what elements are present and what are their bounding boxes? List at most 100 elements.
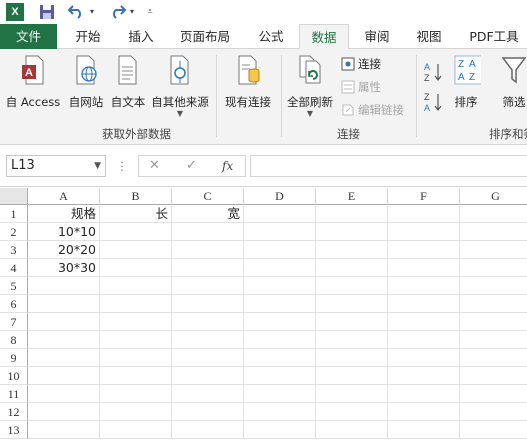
customize-icon[interactable]: ⩡ bbox=[144, 3, 156, 21]
formula-input[interactable] bbox=[250, 155, 527, 177]
cancel-icon[interactable]: ✕ bbox=[149, 156, 160, 176]
cell-a5[interactable] bbox=[28, 277, 100, 295]
cell-d8[interactable] bbox=[244, 331, 316, 349]
cell-g1[interactable] bbox=[460, 205, 527, 223]
redo-icon[interactable] bbox=[106, 3, 128, 21]
row-header-13[interactable]: 13 bbox=[0, 421, 28, 439]
connections-button[interactable]: 连接 bbox=[341, 54, 381, 74]
tab-formulas[interactable]: 公式 bbox=[248, 24, 294, 49]
column-header-d[interactable]: D bbox=[244, 188, 316, 205]
tab-review[interactable]: 审阅 bbox=[354, 24, 400, 49]
cell-g9[interactable] bbox=[460, 349, 527, 367]
cell-f4[interactable] bbox=[388, 259, 460, 277]
cell-a4[interactable]: 30*30 bbox=[28, 259, 100, 277]
row-header-2[interactable]: 2 bbox=[0, 223, 28, 241]
row-header-11[interactable]: 11 bbox=[0, 385, 28, 403]
row-header-3[interactable]: 3 bbox=[0, 241, 28, 259]
cell-d2[interactable] bbox=[244, 223, 316, 241]
cell-f3[interactable] bbox=[388, 241, 460, 259]
cell-c5[interactable] bbox=[172, 277, 244, 295]
column-header-f[interactable]: F bbox=[388, 188, 460, 205]
cell-c13[interactable] bbox=[172, 421, 244, 439]
cell-g3[interactable] bbox=[460, 241, 527, 259]
cell-d5[interactable] bbox=[244, 277, 316, 295]
cell-f10[interactable] bbox=[388, 367, 460, 385]
cell-g6[interactable] bbox=[460, 295, 527, 313]
row-header-9[interactable]: 9 bbox=[0, 349, 28, 367]
cell-c12[interactable] bbox=[172, 403, 244, 421]
cell-a7[interactable] bbox=[28, 313, 100, 331]
cell-e8[interactable] bbox=[316, 331, 388, 349]
formula-bar-resize-handle[interactable]: ⋮ bbox=[116, 155, 128, 177]
cell-a6[interactable] bbox=[28, 295, 100, 313]
cell-d7[interactable] bbox=[244, 313, 316, 331]
cell-c3[interactable] bbox=[172, 241, 244, 259]
cell-d13[interactable] bbox=[244, 421, 316, 439]
cell-c11[interactable] bbox=[172, 385, 244, 403]
tab-data[interactable]: 数据 bbox=[299, 24, 349, 50]
cell-f8[interactable] bbox=[388, 331, 460, 349]
cell-b2[interactable] bbox=[100, 223, 172, 241]
cell-c2[interactable] bbox=[172, 223, 244, 241]
tab-view[interactable]: 视图 bbox=[406, 24, 452, 49]
insert-function-icon[interactable]: fx bbox=[222, 156, 233, 176]
cell-g2[interactable] bbox=[460, 223, 527, 241]
tab-file[interactable]: 文件 bbox=[0, 24, 57, 49]
existing-connections-button[interactable]: 现有连接 bbox=[220, 53, 276, 123]
cell-c8[interactable] bbox=[172, 331, 244, 349]
column-header-e[interactable]: E bbox=[316, 188, 388, 205]
cell-b13[interactable] bbox=[100, 421, 172, 439]
cell-f9[interactable] bbox=[388, 349, 460, 367]
cell-c1[interactable]: 宽 bbox=[172, 205, 244, 223]
cell-e2[interactable] bbox=[316, 223, 388, 241]
chevron-down-icon[interactable]: ▼ bbox=[94, 156, 101, 176]
cell-d4[interactable] bbox=[244, 259, 316, 277]
cell-e1[interactable] bbox=[316, 205, 388, 223]
column-header-c[interactable]: C bbox=[172, 188, 244, 205]
cell-g4[interactable] bbox=[460, 259, 527, 277]
cell-f5[interactable] bbox=[388, 277, 460, 295]
cell-c9[interactable] bbox=[172, 349, 244, 367]
from-web-button[interactable]: 自网站 bbox=[65, 53, 107, 123]
sort-descending-button[interactable]: Z A bbox=[423, 91, 443, 115]
cell-c4[interactable] bbox=[172, 259, 244, 277]
cell-c10[interactable] bbox=[172, 367, 244, 385]
cell-b7[interactable] bbox=[100, 313, 172, 331]
from-other-sources-button[interactable]: 自其他来源 ▼ bbox=[149, 53, 211, 123]
select-all-corner[interactable] bbox=[0, 188, 28, 205]
cell-f13[interactable] bbox=[388, 421, 460, 439]
cell-a12[interactable] bbox=[28, 403, 100, 421]
tab-pdf-tools[interactable]: PDF工具 bbox=[462, 24, 526, 49]
cell-g7[interactable] bbox=[460, 313, 527, 331]
cell-e12[interactable] bbox=[316, 403, 388, 421]
cell-g8[interactable] bbox=[460, 331, 527, 349]
cell-b12[interactable] bbox=[100, 403, 172, 421]
name-box[interactable]: L13 ▼ bbox=[6, 155, 106, 177]
cell-a11[interactable] bbox=[28, 385, 100, 403]
cell-f1[interactable] bbox=[388, 205, 460, 223]
cell-e9[interactable] bbox=[316, 349, 388, 367]
cell-e7[interactable] bbox=[316, 313, 388, 331]
cell-e6[interactable] bbox=[316, 295, 388, 313]
cell-d9[interactable] bbox=[244, 349, 316, 367]
from-access-button[interactable]: A 自 Access bbox=[2, 53, 64, 123]
sort-ascending-button[interactable]: A Z bbox=[423, 61, 443, 85]
cell-b11[interactable] bbox=[100, 385, 172, 403]
cell-e11[interactable] bbox=[316, 385, 388, 403]
cell-a8[interactable] bbox=[28, 331, 100, 349]
cell-g5[interactable] bbox=[460, 277, 527, 295]
row-header-12[interactable]: 12 bbox=[0, 403, 28, 421]
cell-b5[interactable] bbox=[100, 277, 172, 295]
cell-d12[interactable] bbox=[244, 403, 316, 421]
row-header-8[interactable]: 8 bbox=[0, 331, 28, 349]
column-header-a[interactable]: A bbox=[28, 188, 100, 205]
cell-d10[interactable] bbox=[244, 367, 316, 385]
cell-d1[interactable] bbox=[244, 205, 316, 223]
cell-f12[interactable] bbox=[388, 403, 460, 421]
row-header-1[interactable]: 1 bbox=[0, 205, 28, 223]
from-text-button[interactable]: 自文本 bbox=[108, 53, 148, 123]
undo-icon[interactable] bbox=[66, 3, 88, 21]
cell-e5[interactable] bbox=[316, 277, 388, 295]
cell-f6[interactable] bbox=[388, 295, 460, 313]
sort-button[interactable]: Z A A Z 排序 bbox=[447, 53, 485, 123]
